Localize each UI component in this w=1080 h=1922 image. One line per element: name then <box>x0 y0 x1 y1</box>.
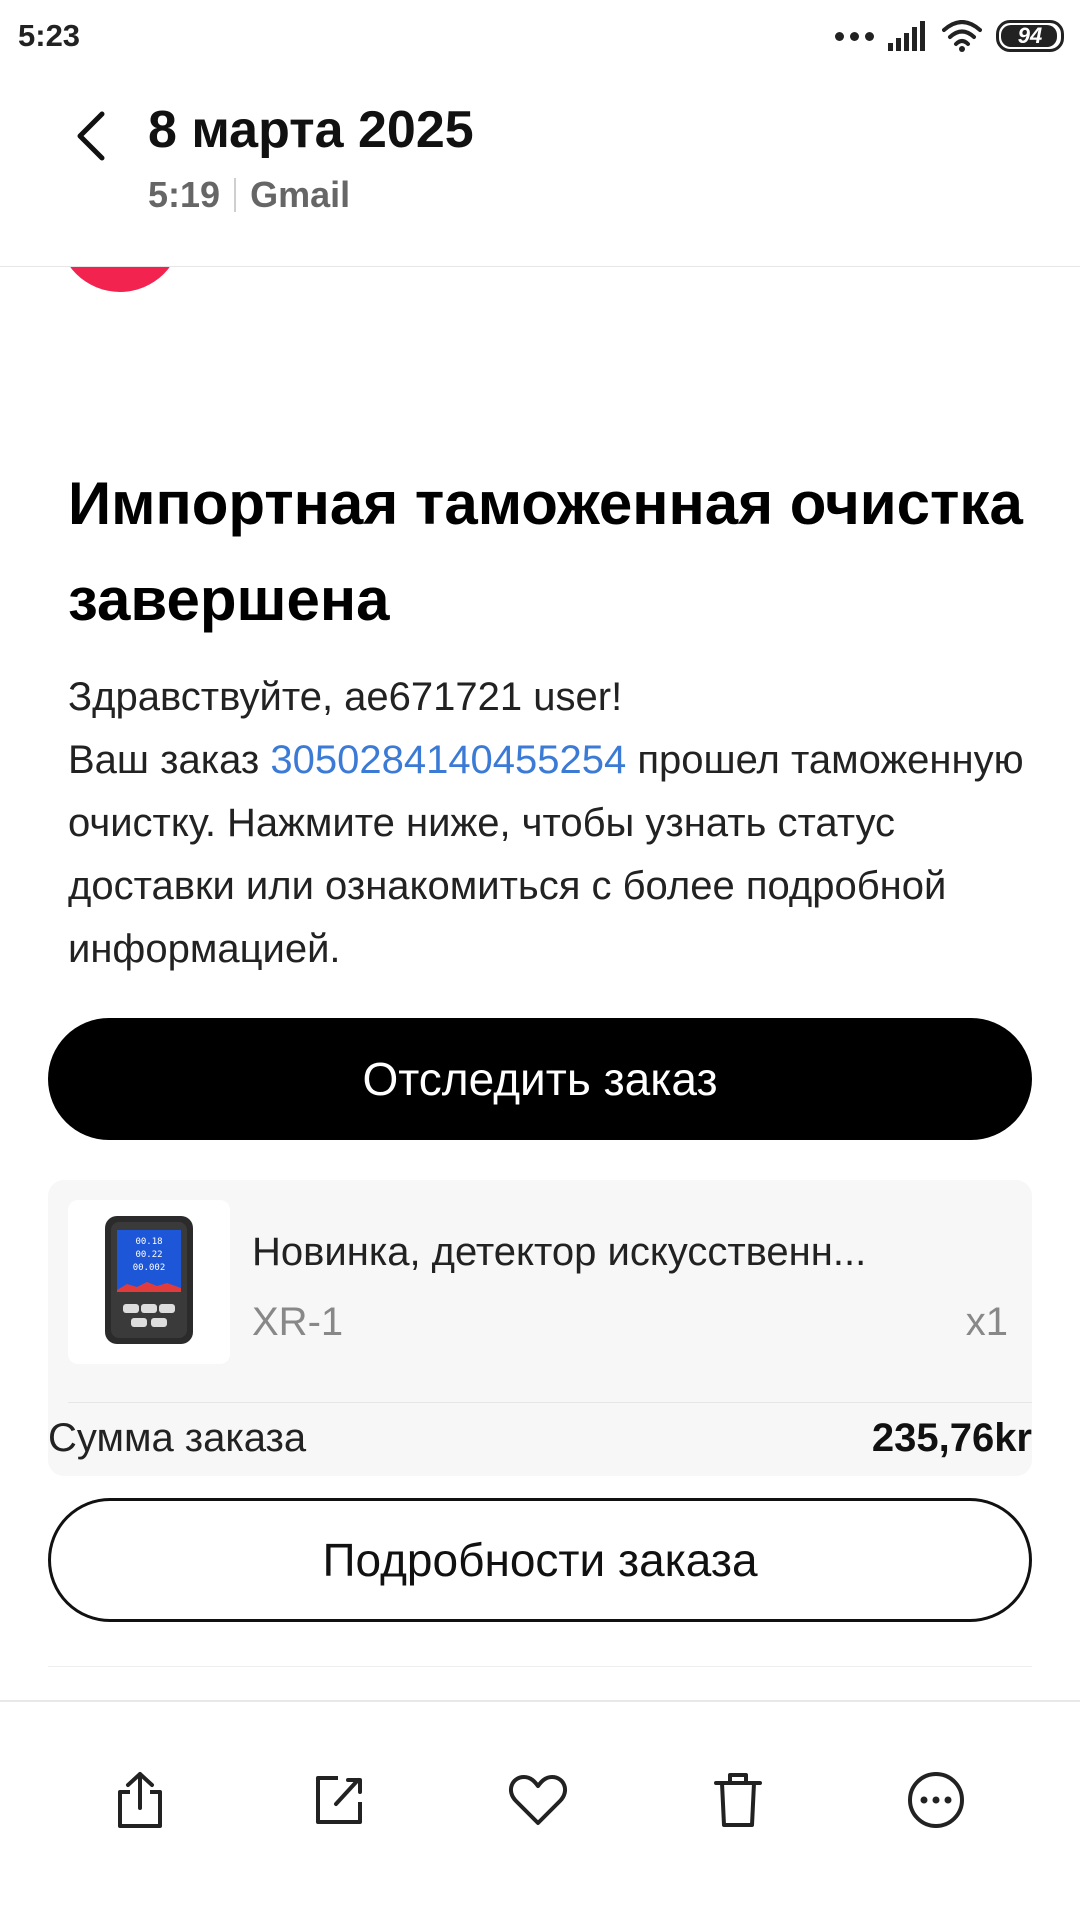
delete-button[interactable] <box>700 1762 776 1838</box>
edit-icon <box>316 1776 362 1824</box>
notification-dots-icon <box>835 31 874 41</box>
product-image: 00.18 00.22 00.002 <box>68 1200 230 1364</box>
order-details-button[interactable]: Подробности заказа <box>48 1498 1032 1622</box>
email-header: 8 марта 2025 5:19 Gmail <box>0 72 1080 267</box>
track-order-button[interactable]: Отследить заказ <box>48 1018 1032 1140</box>
more-button[interactable] <box>898 1762 974 1838</box>
share-icon <box>118 1772 162 1828</box>
order-number-link[interactable]: 3050284140455254 <box>270 738 626 782</box>
card-divider <box>68 1402 1032 1403</box>
signal-icon <box>888 21 925 51</box>
order-total-label: Сумма заказа <box>48 1416 307 1460</box>
email-time: 5:19 <box>148 174 221 215</box>
meta-divider <box>234 178 237 212</box>
content-divider <box>48 1666 1032 1667</box>
message-paragraph: Ваш заказ 3050284140455254 прошел таможе… <box>68 729 1028 981</box>
heart-icon <box>508 1775 568 1825</box>
back-button[interactable] <box>62 108 118 164</box>
trash-icon <box>714 1773 762 1827</box>
chevron-left-icon <box>77 111 105 161</box>
greeting-text: Здравствуйте, ae671721 user! <box>68 675 623 719</box>
email-source: Gmail <box>250 174 351 215</box>
device-reading-3: 00.002 <box>133 1263 166 1273</box>
share-button[interactable] <box>102 1762 178 1838</box>
status-icons: 94 <box>835 16 1064 56</box>
order-card[interactable]: 00.18 00.22 00.002 Новинка, детектор иск… <box>48 1180 1032 1476</box>
battery-level: 94 <box>1017 23 1043 48</box>
battery-icon: 94 <box>996 20 1064 52</box>
edit-button[interactable] <box>302 1762 378 1838</box>
device-reading-1: 00.18 <box>135 1237 162 1247</box>
product-title: Новинка, детектор искусственн... <box>252 1230 867 1274</box>
email-date-title: 8 марта 2025 <box>148 101 474 159</box>
status-bar: 5:23 94 <box>0 0 1080 72</box>
product-quantity: x1 <box>965 1300 1008 1344</box>
message-prefix: Ваш заказ <box>68 738 271 782</box>
device-reading-2: 00.22 <box>135 1250 162 1260</box>
more-icon <box>908 1772 964 1828</box>
order-total-value: 235,76kr <box>871 1416 1032 1460</box>
email-subject: Импортная таможенная очистка завершена <box>68 470 1023 633</box>
detector-device-icon: 00.18 00.22 00.002 <box>105 1216 193 1344</box>
wifi-icon <box>942 20 982 52</box>
favorite-button[interactable] <box>500 1762 576 1838</box>
bottom-toolbar <box>0 1700 1080 1922</box>
email-message: Здравствуйте, ae671721 user! Ваш заказ 3… <box>68 666 1028 981</box>
product-variant: XR-1 <box>252 1300 344 1344</box>
status-time: 5:23 <box>18 18 81 53</box>
email-meta: 5:19 Gmail <box>148 174 350 216</box>
